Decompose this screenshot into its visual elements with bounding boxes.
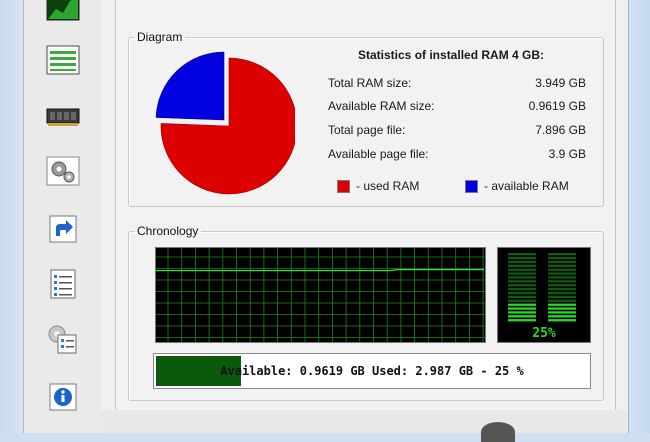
toolbar-button-shortcut[interactable] [37, 206, 89, 252]
gears-icon [46, 156, 80, 186]
meter-segment [508, 284, 536, 287]
meter-segment [508, 276, 536, 279]
toolbar-button-diagram[interactable] [37, 0, 89, 29]
meter-segment [508, 295, 536, 299]
pie-slice-available [155, 51, 225, 121]
stat-value: 0.9619 GB [528, 99, 586, 113]
stat-label: Available RAM size: [328, 99, 435, 113]
graph-usage-line [156, 269, 484, 272]
legend-used-label: - used RAM [356, 179, 420, 193]
bottom-knob [481, 422, 515, 442]
meter-segment [548, 253, 576, 256]
meter-segment [548, 280, 576, 283]
meter-segment [548, 307, 576, 310]
stat-row-available-page-file: Available page file: 3.9 GB [328, 147, 586, 163]
meter-segment [508, 299, 536, 302]
settings-checklist-icon [48, 325, 77, 354]
meter-segment [548, 315, 576, 318]
checklist-icon [50, 269, 76, 299]
meter-segment [508, 303, 536, 306]
stat-value: 3.949 GB [535, 76, 586, 90]
bottom-strip [101, 410, 628, 442]
meter-segment [548, 264, 576, 267]
toolbar-button-memory[interactable] [37, 93, 89, 139]
progress-text: Available: 0.9619 GB Used: 2.987 GB - 25… [220, 364, 524, 378]
meter-segment [508, 256, 536, 260]
meter-segment [508, 291, 536, 295]
meter-segment [548, 284, 576, 287]
legend-swatch-used [337, 179, 350, 193]
meter-segment [548, 291, 576, 295]
ram-pie-chart [155, 51, 295, 195]
meter-segment [508, 280, 536, 283]
stat-value: 7.896 GB [535, 123, 586, 137]
legend-used-ram: - used RAM [337, 179, 419, 193]
diagram-legend: Diagram [137, 30, 183, 44]
toolbar-button-tasks[interactable] [37, 261, 89, 307]
meter-segment [548, 311, 576, 314]
area-chart-icon [46, 0, 80, 21]
meter-segment [548, 319, 576, 322]
meter-segment [548, 295, 576, 299]
meter-segment [548, 268, 576, 271]
meter-segment [508, 315, 536, 318]
stat-label: Total page file: [328, 123, 406, 137]
memory-usage-meter: 25% [497, 247, 591, 343]
meter-segment [508, 253, 536, 256]
meter-segment [508, 288, 536, 291]
legend-swatch-available [465, 179, 478, 193]
toolbar-button-list[interactable] [37, 37, 89, 83]
usage-meter-bars [508, 253, 576, 322]
meter-segment [548, 303, 576, 306]
meter-segment [548, 276, 576, 279]
legend-available-ram: - available RAM [465, 179, 569, 193]
meter-segment [508, 307, 536, 310]
stat-row-total-page-file: Total page file: 7.896 GB [328, 123, 586, 139]
legend-available-label: - available RAM [484, 179, 569, 193]
memory-history-graph [155, 247, 486, 343]
stats-title: Statistics of installed RAM 4 GB: [358, 48, 545, 62]
memory-chip-icon [46, 108, 80, 126]
meter-segment [508, 272, 536, 275]
meter-segment [548, 299, 576, 302]
shortcut-arrow-icon [49, 215, 77, 243]
meter-segment [548, 260, 576, 264]
info-icon [49, 383, 77, 411]
meter-segment [508, 260, 536, 264]
meter-segment [508, 264, 536, 267]
meter-segment [548, 272, 576, 275]
stat-value: 3.9 GB [548, 147, 586, 161]
stat-row-total-ram: Total RAM size: 3.949 GB [328, 76, 586, 92]
stat-label: Total RAM size: [328, 76, 412, 90]
toolbar-button-processes[interactable] [37, 148, 89, 194]
toolbar-button-info[interactable] [37, 374, 89, 420]
toolbar-button-settings[interactable] [37, 316, 89, 362]
meter-segment [508, 268, 536, 271]
window-frame-right [628, 0, 650, 433]
list-lines-icon [46, 45, 80, 75]
meter-segment [508, 311, 536, 314]
vertical-toolbar [23, 0, 103, 433]
meter-segment [508, 319, 536, 322]
memory-progress-bar: Available: 0.9619 GB Used: 2.987 GB - 25… [153, 353, 591, 389]
chronology-legend: Chronology [137, 224, 199, 238]
stat-row-available-ram: Available RAM size: 0.9619 GB [328, 99, 586, 115]
meter-segment [548, 256, 576, 260]
stat-label: Available page file: [328, 147, 429, 161]
meter-percent: 25% [532, 326, 556, 341]
history-graph-svg [156, 248, 485, 342]
meter-segment [548, 288, 576, 291]
